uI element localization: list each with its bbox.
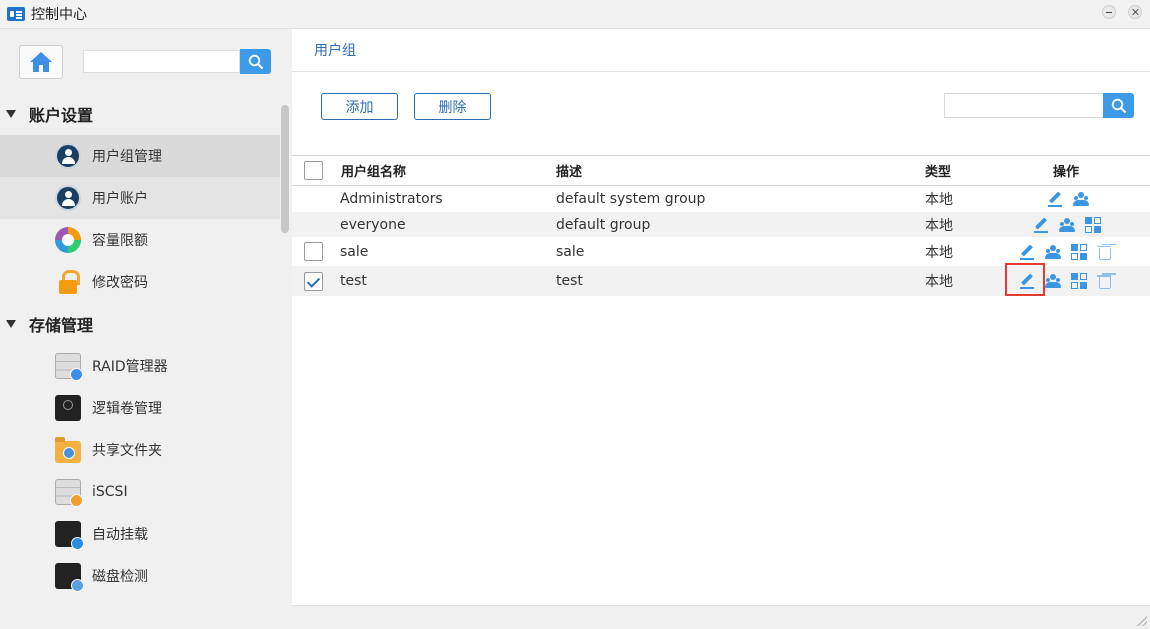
sidebar-item-label: 共享文件夹 <box>92 443 162 459</box>
section-storage-management[interactable]: 存储管理 <box>0 310 280 338</box>
status-bar <box>292 605 1150 629</box>
members-icon[interactable] <box>1073 191 1089 207</box>
cell-description: default system group <box>556 191 706 207</box>
sidebar-item-iscsi[interactable]: iSCSI <box>0 471 280 513</box>
cell-name: everyone <box>340 216 406 233</box>
sidebar-item-label: 自动挂载 <box>92 527 148 543</box>
search-button[interactable] <box>1103 93 1134 118</box>
permissions-icon[interactable] <box>1085 216 1101 233</box>
section-account-settings[interactable]: 账户设置 <box>0 100 280 128</box>
table-row[interactable]: sale sale 本地 <box>292 237 1150 266</box>
row-actions <box>1047 186 1099 212</box>
cell-name: Administrators <box>340 191 443 207</box>
sidebar-item-auto-mount[interactable]: 自动挂载 <box>0 513 280 555</box>
sidebar-item-disk-check[interactable]: 磁盘检测 <box>0 555 280 597</box>
user-group-icon <box>55 143 81 169</box>
cell-description: sale <box>556 243 585 260</box>
sidebar-item-label: 容量限额 <box>92 233 148 249</box>
sidebar-item-label: 修改密码 <box>92 275 148 291</box>
close-button[interactable] <box>1128 5 1142 19</box>
control-center-icon <box>7 7 25 21</box>
auto-mount-icon <box>55 521 84 550</box>
home-button[interactable] <box>19 45 63 79</box>
sidebar-item-label: 逻辑卷管理 <box>92 401 162 417</box>
table-row[interactable]: everyone default group 本地 <box>292 212 1150 237</box>
permissions-icon[interactable] <box>1071 243 1087 260</box>
window-title: 控制中心 <box>31 7 87 23</box>
iscsi-icon <box>55 479 83 507</box>
lvm-icon <box>55 395 81 421</box>
permissions-icon[interactable] <box>1071 273 1087 289</box>
column-header-actions: 操作 <box>1053 165 1080 180</box>
cell-description: test <box>556 273 583 289</box>
table-row[interactable]: Administrators default system group 本地 <box>292 186 1150 212</box>
collapse-triangle-icon <box>6 110 16 118</box>
sidebar-scrollbar[interactable] <box>281 105 289 233</box>
section-label: 存储管理 <box>29 316 94 335</box>
main-panel: 用户组 添加 删除 用户组名称 描述 类型 操作 Administrators … <box>292 29 1150 605</box>
delete-icon[interactable] <box>1097 273 1113 289</box>
user-account-icon <box>55 185 81 211</box>
raid-icon <box>55 353 83 381</box>
sidebar-item-quota[interactable]: 容量限额 <box>0 219 280 261</box>
title-bar: 控制中心 <box>0 0 1150 29</box>
sidebar-item-label: 用户组管理 <box>92 149 162 165</box>
sidebar-item-lvm[interactable]: 逻辑卷管理 <box>0 387 280 429</box>
search-input[interactable] <box>944 93 1104 118</box>
select-all-checkbox[interactable] <box>304 161 323 180</box>
minimize-button[interactable] <box>1102 5 1116 19</box>
sidebar-item-label: 磁盘检测 <box>92 569 148 585</box>
row-checkbox[interactable] <box>304 242 323 261</box>
home-icon <box>30 52 52 72</box>
lock-icon <box>55 269 81 295</box>
members-icon[interactable] <box>1059 217 1075 233</box>
row-actions <box>1033 212 1111 237</box>
sidebar-footer <box>0 605 292 629</box>
quota-icon <box>55 227 81 253</box>
sidebar-item-shared-folder[interactable]: 共享文件夹 <box>0 429 280 471</box>
table-header: 用户组名称 描述 类型 操作 <box>292 155 1150 186</box>
breadcrumb[interactable]: 用户组 <box>314 40 356 60</box>
sidebar: 账户设置 用户组管理 用户账户 容量限额 修改密码 存储管理 RAID管理器 逻… <box>0 29 292 629</box>
sidebar-item-label: RAID管理器 <box>92 359 168 375</box>
add-button[interactable]: 添加 <box>321 93 398 120</box>
search-icon <box>1111 98 1126 113</box>
row-checkbox[interactable] <box>304 271 323 291</box>
column-header-description[interactable]: 描述 <box>556 156 582 185</box>
row-actions <box>1019 237 1123 266</box>
highlight-box <box>1005 263 1045 296</box>
resize-grip-icon[interactable] <box>1137 616 1147 626</box>
sidebar-search-button[interactable] <box>240 49 271 74</box>
column-header-name[interactable]: 用户组名称 <box>341 156 406 185</box>
divider <box>292 71 1150 72</box>
cell-type: 本地 <box>925 192 953 208</box>
search-icon <box>248 54 263 69</box>
sidebar-item-change-password[interactable]: 修改密码 <box>0 261 280 303</box>
cell-type: 本地 <box>925 217 953 234</box>
edit-icon[interactable] <box>1019 244 1035 260</box>
cell-name: test <box>340 273 367 289</box>
cell-type: 本地 <box>925 244 953 261</box>
sidebar-item-user-group-management[interactable]: 用户组管理 <box>0 135 280 177</box>
sidebar-item-label: iSCSI <box>92 484 128 500</box>
sidebar-item-raid-manager[interactable]: RAID管理器 <box>0 345 280 387</box>
delete-button[interactable]: 删除 <box>414 93 491 120</box>
section-label: 账户设置 <box>29 106 94 125</box>
edit-icon[interactable] <box>1033 217 1049 233</box>
sidebar-search-input[interactable] <box>83 50 240 73</box>
cell-type: 本地 <box>925 274 953 290</box>
cell-name: sale <box>340 243 369 260</box>
members-icon[interactable] <box>1045 273 1061 289</box>
sidebar-item-user-account[interactable]: 用户账户 <box>0 177 280 219</box>
delete-icon[interactable] <box>1097 244 1113 260</box>
sidebar-item-label: 用户账户 <box>92 191 148 207</box>
collapse-triangle-icon <box>6 320 16 328</box>
cell-description: default group <box>556 216 651 233</box>
disk-check-icon <box>55 563 84 592</box>
column-header-type[interactable]: 类型 <box>925 156 951 185</box>
edit-icon[interactable] <box>1047 191 1063 207</box>
members-icon[interactable] <box>1045 244 1061 260</box>
shared-folder-icon <box>55 437 81 463</box>
